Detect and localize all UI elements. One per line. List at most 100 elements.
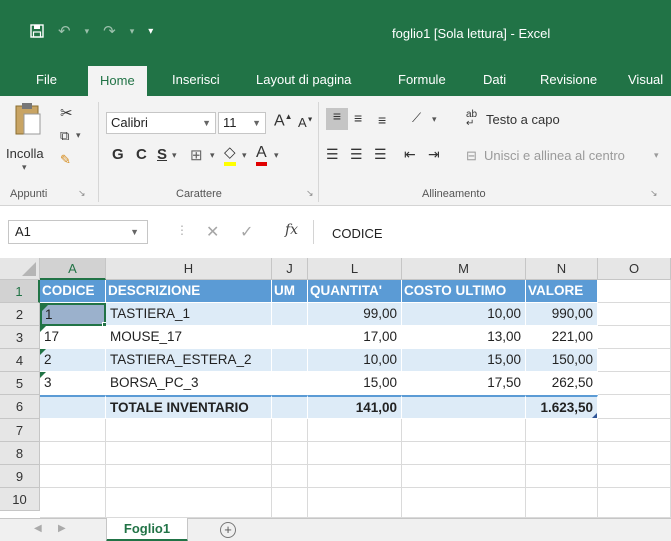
cell-empty[interactable] [598,442,671,465]
font-color-dropdown-icon[interactable]: ▾ [274,150,279,161]
cell-empty[interactable] [526,442,598,465]
align-middle-icon[interactable]: ≡ [354,110,362,126]
cell-empty[interactable] [402,488,526,518]
paste-button[interactable]: Incolla [6,146,44,161]
merge-dropdown-icon[interactable]: ▾ [654,150,659,161]
orientation-icon[interactable]: ⟋ [412,110,421,126]
column-header-l[interactable]: L [308,258,402,280]
font-color-icon[interactable]: A [256,144,267,166]
format-painter-icon[interactable]: ✎ [60,152,71,168]
borders-dropdown-icon[interactable]: ▾ [210,150,215,161]
cell-empty[interactable] [272,465,308,488]
bold-button[interactable]: G [112,146,124,163]
cell-j2[interactable] [272,303,308,326]
cell-l3[interactable]: 17,00 [308,326,402,349]
cell-h1-descrizione[interactable]: DESCRIZIONE [106,280,272,303]
cell-empty[interactable] [272,419,308,442]
tab-visualizza[interactable]: Visual [628,64,663,96]
table-resize-handle[interactable] [592,413,597,418]
cell-empty[interactable] [402,465,526,488]
cell-empty[interactable] [106,465,272,488]
cell-empty[interactable] [598,372,671,395]
row-header-8[interactable]: 8 [0,442,40,465]
cell-l1-quantita[interactable]: QUANTITA' [308,280,402,303]
column-header-o[interactable]: O [598,258,671,280]
redo-dropdown-icon[interactable]: ▾ [130,26,135,37]
align-center-icon[interactable]: ☰ [350,146,363,163]
alignment-launcher-icon[interactable]: ↘ [650,188,658,199]
cell-empty[interactable] [598,349,671,372]
tab-file[interactable]: File [36,64,57,96]
column-header-n[interactable]: N [526,258,598,280]
font-size-select[interactable]: 11 ▼ [218,112,266,134]
underline-dropdown-icon[interactable]: ▾ [172,150,177,161]
tab-layout-di-pagina[interactable]: Layout di pagina [256,64,351,96]
align-left-icon[interactable]: ☰ [326,146,339,163]
row-header-7[interactable]: 7 [0,419,40,442]
underline-button[interactable]: S [157,146,167,163]
cell-a6[interactable] [40,395,106,419]
cell-h5[interactable]: BORSA_PC_3 [106,372,272,395]
cell-h4[interactable]: TASTIERA_ESTERA_2 [106,349,272,372]
cell-empty[interactable] [40,465,106,488]
cell-a3[interactable]: 17 [40,326,106,349]
tab-formule[interactable]: Formule [398,64,446,96]
cell-empty[interactable] [526,465,598,488]
cell-j4[interactable] [272,349,308,372]
cell-empty[interactable] [308,442,402,465]
cell-l2[interactable]: 99,00 [308,303,402,326]
cell-empty[interactable] [598,488,671,518]
enter-icon[interactable]: ✓ [240,222,253,242]
align-right-icon[interactable]: ☰ [374,146,387,163]
decrease-font-icon[interactable]: A▼ [298,115,314,130]
row-header-3[interactable]: 3 [0,326,40,349]
cell-j1-um[interactable]: UM [272,280,308,303]
cell-a2[interactable]: 1 [40,303,106,326]
row-header-5[interactable]: 5 [0,372,40,395]
cell-empty[interactable] [40,442,106,465]
row-header-9[interactable]: 9 [0,465,40,488]
tab-dati[interactable]: Dati [483,64,506,96]
cancel-icon[interactable]: ✕ [206,222,219,242]
cell-n6-total-value[interactable]: 1.623,50 [526,395,598,419]
tab-home[interactable]: Home [88,66,147,96]
row-header-4[interactable]: 4 [0,349,40,372]
cell-l5[interactable]: 15,00 [308,372,402,395]
cell-m2[interactable]: 10,00 [402,303,526,326]
font-launcher-icon[interactable]: ↘ [306,188,314,199]
column-header-m[interactable]: M [402,258,526,280]
cell-n4[interactable]: 150,00 [526,349,598,372]
add-sheet-icon[interactable]: + [220,522,236,538]
clipboard-launcher-icon[interactable]: ↘ [78,188,86,199]
orientation-dropdown-icon[interactable]: ▾ [432,114,437,125]
decrease-indent-icon[interactable]: ⇤ [404,146,416,163]
sheet-tab-foglio1[interactable]: Foglio1 [106,518,188,541]
cell-empty[interactable] [106,419,272,442]
font-family-select[interactable]: Calibri ▼ [106,112,216,134]
cell-l6-total-quantity[interactable]: 141,00 [308,395,402,419]
cell-j6[interactable] [272,395,308,419]
cell-n3[interactable]: 221,00 [526,326,598,349]
cell-empty[interactable] [308,465,402,488]
cut-icon[interactable]: ✂ [60,104,73,122]
paste-dropdown-icon[interactable]: ▾ [22,162,27,173]
sheet-nav-prev-icon[interactable]: ◀ [34,523,42,534]
save-icon[interactable] [30,24,44,38]
cell-a4[interactable]: 2 [40,349,106,372]
cell-l4[interactable]: 10,00 [308,349,402,372]
cell-h3[interactable]: MOUSE_17 [106,326,272,349]
cell-empty[interactable] [308,488,402,518]
cell-m3[interactable]: 13,00 [402,326,526,349]
row-header-2[interactable]: 2 [0,303,40,326]
cell-empty[interactable] [106,442,272,465]
tab-revisione[interactable]: Revisione [540,64,597,96]
insert-function-icon[interactable]: fx [285,222,298,238]
cell-empty[interactable] [598,395,671,419]
row-header-6[interactable]: 6 [0,395,40,419]
copy-dropdown-icon[interactable]: ▾ [76,130,81,141]
cell-n5[interactable]: 262,50 [526,372,598,395]
sheet-nav-next-icon[interactable]: ▶ [58,523,66,534]
cell-empty[interactable] [40,419,106,442]
redo-icon[interactable]: ↷ [103,22,116,40]
cell-a5[interactable]: 3 [40,372,106,395]
